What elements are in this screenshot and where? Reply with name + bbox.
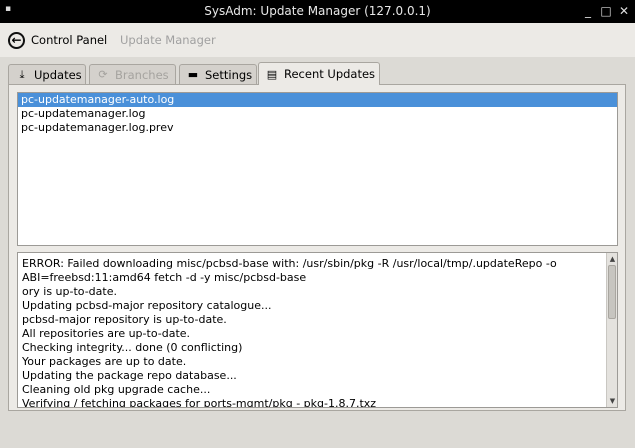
log-line: pcbsd-major repository is up-to-date. xyxy=(22,313,227,326)
log-line: ory is up-to-date. xyxy=(22,285,117,298)
scroll-up-icon[interactable]: ▲ xyxy=(608,254,617,264)
refresh-icon: ⟳ xyxy=(98,68,108,81)
tab-label: Recent Updates xyxy=(284,67,376,81)
back-to-control-panel-button[interactable]: ← Control Panel xyxy=(8,29,107,51)
log-line: Cleaning old pkg upgrade cache... xyxy=(22,383,211,396)
scroll-thumb[interactable] xyxy=(608,265,616,319)
tab-settings[interactable]: ▬ Settings xyxy=(179,64,257,84)
title-bar: ▪ SysAdm: Update Manager (127.0.0.1) _ □… xyxy=(0,0,635,23)
tab-label: Branches xyxy=(115,67,169,82)
log-line: Your packages are up to date. xyxy=(22,355,187,368)
window-title: SysAdm: Update Manager (127.0.0.1) xyxy=(204,4,431,18)
tab-updates[interactable]: ⤓ Updates xyxy=(8,64,86,84)
log-line: Updating pcbsd-major repository catalogu… xyxy=(22,299,272,312)
drive-icon: ▬ xyxy=(187,68,199,81)
scroll-down-icon[interactable]: ▼ xyxy=(608,396,617,406)
back-arrow-icon: ← xyxy=(8,31,25,49)
log-text-viewer[interactable]: ERROR: Failed downloading misc/pcbsd-bas… xyxy=(17,252,618,408)
tab-recent-updates[interactable]: ▤ Recent Updates xyxy=(258,62,380,85)
list-item[interactable]: pc-updatemanager-auto.log xyxy=(18,93,617,107)
log-line: ERROR: Failed downloading misc/pcbsd-bas… xyxy=(22,257,557,270)
log-line: All repositories are up-to-date. xyxy=(22,327,191,340)
vertical-scrollbar[interactable]: ▲ ▼ xyxy=(606,253,617,407)
tab-label: Settings xyxy=(205,67,253,82)
tab-branches[interactable]: ⟳ Branches xyxy=(89,64,176,84)
log-line: ABI=freebsd:11:amd64 fetch -d -y misc/pc… xyxy=(22,271,307,284)
close-icon[interactable]: ✕ xyxy=(617,4,631,18)
log-line: Checking integrity... done (0 conflictin… xyxy=(22,341,243,354)
list-item[interactable]: pc-updatemanager.log xyxy=(18,107,617,121)
list-item[interactable]: pc-updatemanager.log.prev xyxy=(18,121,617,135)
navigation-toolbar: ← Control Panel Update Manager xyxy=(0,23,635,57)
log-line: Updating the package repo database... xyxy=(22,369,237,382)
minimize-icon[interactable]: _ xyxy=(581,4,595,18)
current-page-label: Update Manager xyxy=(120,33,216,47)
maximize-icon[interactable]: □ xyxy=(599,4,613,18)
log-file-list[interactable]: pc-updatemanager-auto.log pc-updatemanag… xyxy=(17,92,618,246)
back-button-label: Control Panel xyxy=(31,33,108,47)
archive-icon: ▤ xyxy=(266,67,278,81)
tab-label: Updates xyxy=(34,67,82,82)
download-icon: ⤓ xyxy=(19,67,25,81)
log-line: Verifying / fetching packages for ports-… xyxy=(22,397,377,408)
